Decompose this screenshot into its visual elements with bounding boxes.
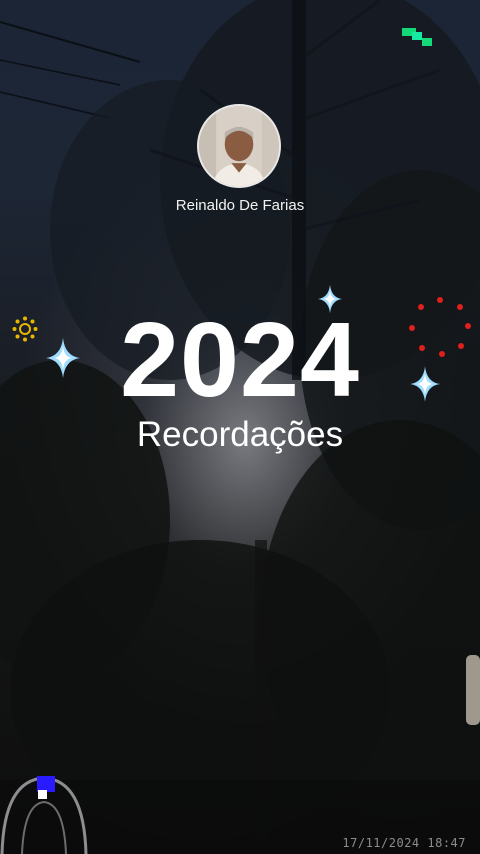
recap-title: Recordações bbox=[136, 415, 344, 454]
corner-indicator bbox=[0, 776, 88, 854]
recap-year: 2024 bbox=[120, 301, 360, 419]
corner-decor-icon bbox=[402, 28, 432, 46]
user-name: Reinaldo De Farias bbox=[175, 197, 305, 214]
user-avatar[interactable] bbox=[197, 104, 281, 188]
photo-timestamp: 17/11/2024 18:47 bbox=[342, 836, 466, 850]
avatar-photo bbox=[199, 106, 279, 186]
memories-story-screen: Reinaldo De Farias 2024 Recordações 17/1… bbox=[0, 0, 480, 854]
